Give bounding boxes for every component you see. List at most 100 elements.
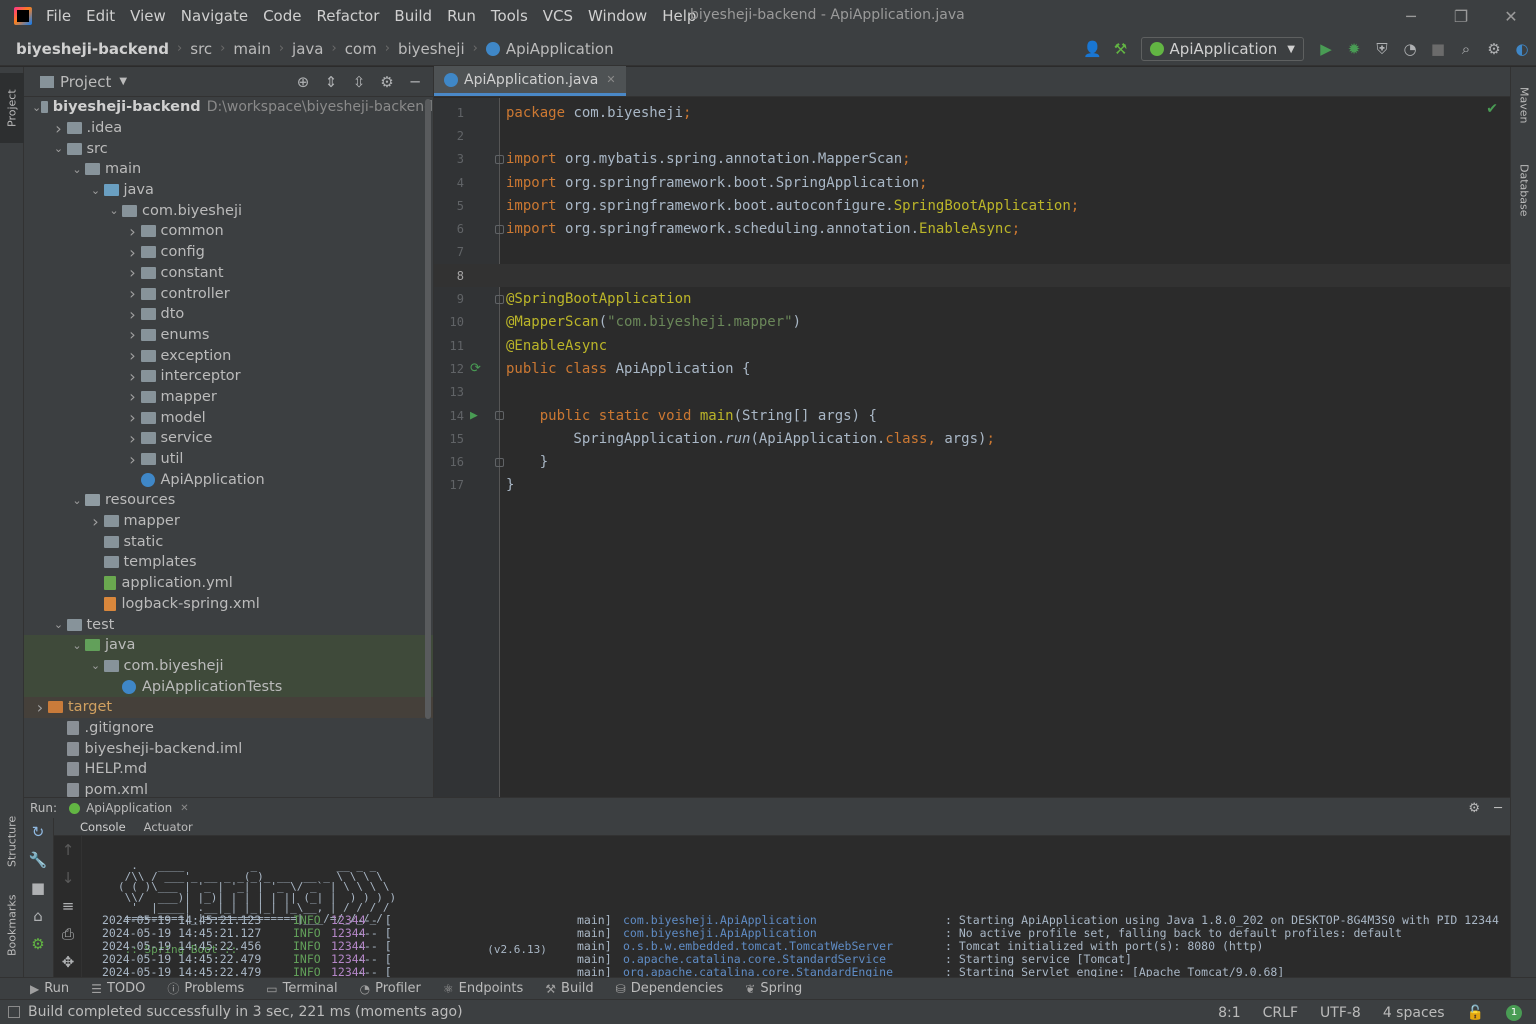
pin-icon[interactable]: ✥	[54, 948, 82, 976]
chevron-right-icon[interactable]: ›	[88, 512, 104, 531]
close-window-icon[interactable]: ✕	[1486, 0, 1536, 32]
code-line[interactable]: 7	[434, 241, 1510, 264]
run-icon[interactable]: ▶	[1312, 35, 1340, 63]
tree-item[interactable]: ApiApplication	[24, 469, 433, 490]
chevron-right-icon[interactable]: ›	[125, 263, 141, 282]
stripe-tab-project[interactable]: Project	[0, 73, 24, 143]
code-line[interactable]: 15 SpringApplication.run(ApiApplication.…	[434, 427, 1510, 450]
notifications-badge[interactable]: 1	[1506, 1004, 1522, 1021]
down-arrow-icon[interactable]: ↓	[54, 864, 82, 892]
code-line[interactable]: 16 }	[434, 451, 1510, 474]
chevron-right-icon[interactable]: ›	[125, 305, 141, 324]
stripe-tab-structure[interactable]: Structure	[0, 803, 24, 879]
tree-item[interactable]: ⌄ main	[24, 159, 433, 180]
fold-icon[interactable]	[495, 154, 504, 164]
minimize-icon[interactable]: ─	[1386, 0, 1436, 32]
gutter-run-icon[interactable]: ⟳	[470, 361, 481, 376]
bottom-tab-endpoints[interactable]: ⚛ Endpoints	[443, 981, 523, 996]
bottom-tab-terminal[interactable]: ▭ Terminal	[266, 981, 337, 996]
fold-icon[interactable]	[495, 294, 504, 304]
tree-item[interactable]: › constant	[24, 263, 433, 284]
project-panel-title[interactable]: Project	[60, 73, 111, 91]
plugin-icon[interactable]: ◐	[1508, 35, 1536, 63]
chevron-right-icon[interactable]: ›	[51, 119, 67, 138]
locate-icon[interactable]: ⊕	[289, 68, 317, 96]
tree-item[interactable]: › util	[24, 449, 433, 470]
project-scrollbar[interactable]	[425, 99, 431, 719]
caret-position[interactable]: 8:1	[1218, 1005, 1241, 1021]
tree-item[interactable]: ⌄ com.biyesheji	[24, 655, 433, 677]
tree-item[interactable]: biyesheji-backend.iml	[24, 738, 433, 759]
indent-setting[interactable]: 4 spaces	[1383, 1005, 1445, 1021]
tree-item[interactable]: ⌄ com.biyesheji	[24, 200, 433, 221]
print-icon[interactable]: ⎙	[54, 920, 82, 948]
breadcrumb-item[interactable]: ApiApplication	[485, 40, 614, 58]
tree-item[interactable]: ⌄ java	[24, 634, 433, 656]
gear-icon[interactable]: ⚙	[1480, 35, 1508, 63]
gear-icon[interactable]: ⚙	[1468, 801, 1480, 816]
code-line[interactable]: 14 ▶ public static void main(String[] arg…	[434, 404, 1510, 427]
chevron-down-icon[interactable]: ⌄	[69, 163, 85, 176]
tree-item[interactable]: static	[24, 531, 433, 552]
code-line[interactable]: 2	[434, 124, 1510, 147]
hide-panel-icon[interactable]: ─	[1494, 801, 1502, 816]
run-subtab-console[interactable]: Console	[80, 820, 126, 834]
status-message[interactable]: Build completed successfully in 3 sec, 2…	[28, 1004, 463, 1020]
tree-item[interactable]: › mapper	[24, 511, 433, 532]
tree-item[interactable]: › controller	[24, 283, 433, 304]
stop-icon[interactable]: ■	[24, 874, 52, 902]
tree-item[interactable]: › mapper	[24, 387, 433, 408]
gutter-run-icon[interactable]: ▶	[470, 408, 478, 423]
menu-build[interactable]: Build	[394, 7, 432, 25]
tree-item[interactable]: › model	[24, 407, 433, 428]
bottom-tab-run[interactable]: ▶ Run	[30, 981, 69, 996]
camera-icon[interactable]: ⌂	[24, 902, 52, 930]
tree-item[interactable]: application.yml	[24, 573, 433, 594]
close-tab-icon[interactable]: ✕	[180, 803, 188, 814]
code-line[interactable]: 10 @MapperScan("com.biyesheji.mapper")	[434, 311, 1510, 334]
status-window-icon[interactable]	[8, 1006, 20, 1018]
bottom-tab-profiler[interactable]: ◔ Profiler	[360, 981, 421, 996]
menu-navigate[interactable]: Navigate	[181, 7, 248, 25]
search-icon[interactable]: ⌕	[1452, 35, 1480, 63]
chevron-right-icon[interactable]: ›	[125, 325, 141, 344]
chevron-right-icon[interactable]: ›	[125, 387, 141, 406]
tree-item[interactable]: › target	[24, 696, 433, 718]
tree-item[interactable]: ⌄ src	[24, 138, 433, 159]
gear-icon[interactable]: ⚙	[373, 68, 401, 96]
tree-item[interactable]: › service	[24, 428, 433, 449]
debug-icon[interactable]: ✹	[1340, 35, 1368, 63]
stop-icon[interactable]: ■	[1424, 35, 1452, 63]
menu-window[interactable]: Window	[588, 7, 647, 25]
up-arrow-icon[interactable]: ↑	[54, 836, 82, 864]
stripe-tab-database[interactable]: Database	[1511, 155, 1536, 225]
breadcrumb-item[interactable]: biyesheji	[398, 40, 465, 58]
tree-item[interactable]: › exception	[24, 345, 433, 366]
chevron-down-icon[interactable]: ⌄	[51, 142, 67, 155]
menu-vcs[interactable]: VCS	[543, 7, 573, 25]
build-hammer-icon[interactable]: ⚒	[1107, 35, 1135, 63]
code-line[interactable]: 4 import org.springframework.boot.SpringA…	[434, 171, 1510, 194]
menu-run[interactable]: Run	[447, 7, 476, 25]
tree-item[interactable]: ⌄ test	[24, 614, 433, 635]
run-subtab-actuator[interactable]: Actuator	[144, 820, 193, 834]
tree-item[interactable]: › config	[24, 242, 433, 263]
run-configuration-select[interactable]: ApiApplication ▼	[1140, 37, 1304, 61]
code-line[interactable]: 13	[434, 381, 1510, 404]
breadcrumb-item[interactable]: biyesheji-backend	[16, 40, 169, 58]
chevron-down-icon[interactable]: ⌄	[32, 101, 41, 114]
chevron-right-icon[interactable]: ›	[125, 367, 141, 386]
chevron-down-icon[interactable]: ⌄	[69, 639, 85, 652]
tree-item[interactable]: › enums	[24, 325, 433, 346]
fold-icon[interactable]	[495, 224, 504, 234]
fold-icon[interactable]	[495, 457, 504, 467]
close-tab-icon[interactable]: ✕	[606, 73, 615, 86]
chevron-down-icon[interactable]: ⌄	[106, 204, 122, 217]
menu-file[interactable]: File	[46, 7, 71, 25]
soft-wrap-icon[interactable]: ≡	[54, 892, 82, 920]
code-line[interactable]: 8	[434, 264, 1510, 288]
chevron-right-icon[interactable]: ›	[125, 429, 141, 448]
breadcrumb-item[interactable]: src	[190, 40, 212, 58]
lock-icon[interactable]: 🔓	[1467, 1005, 1484, 1021]
bottom-tab-problems[interactable]: ⓘ Problems	[167, 980, 244, 997]
